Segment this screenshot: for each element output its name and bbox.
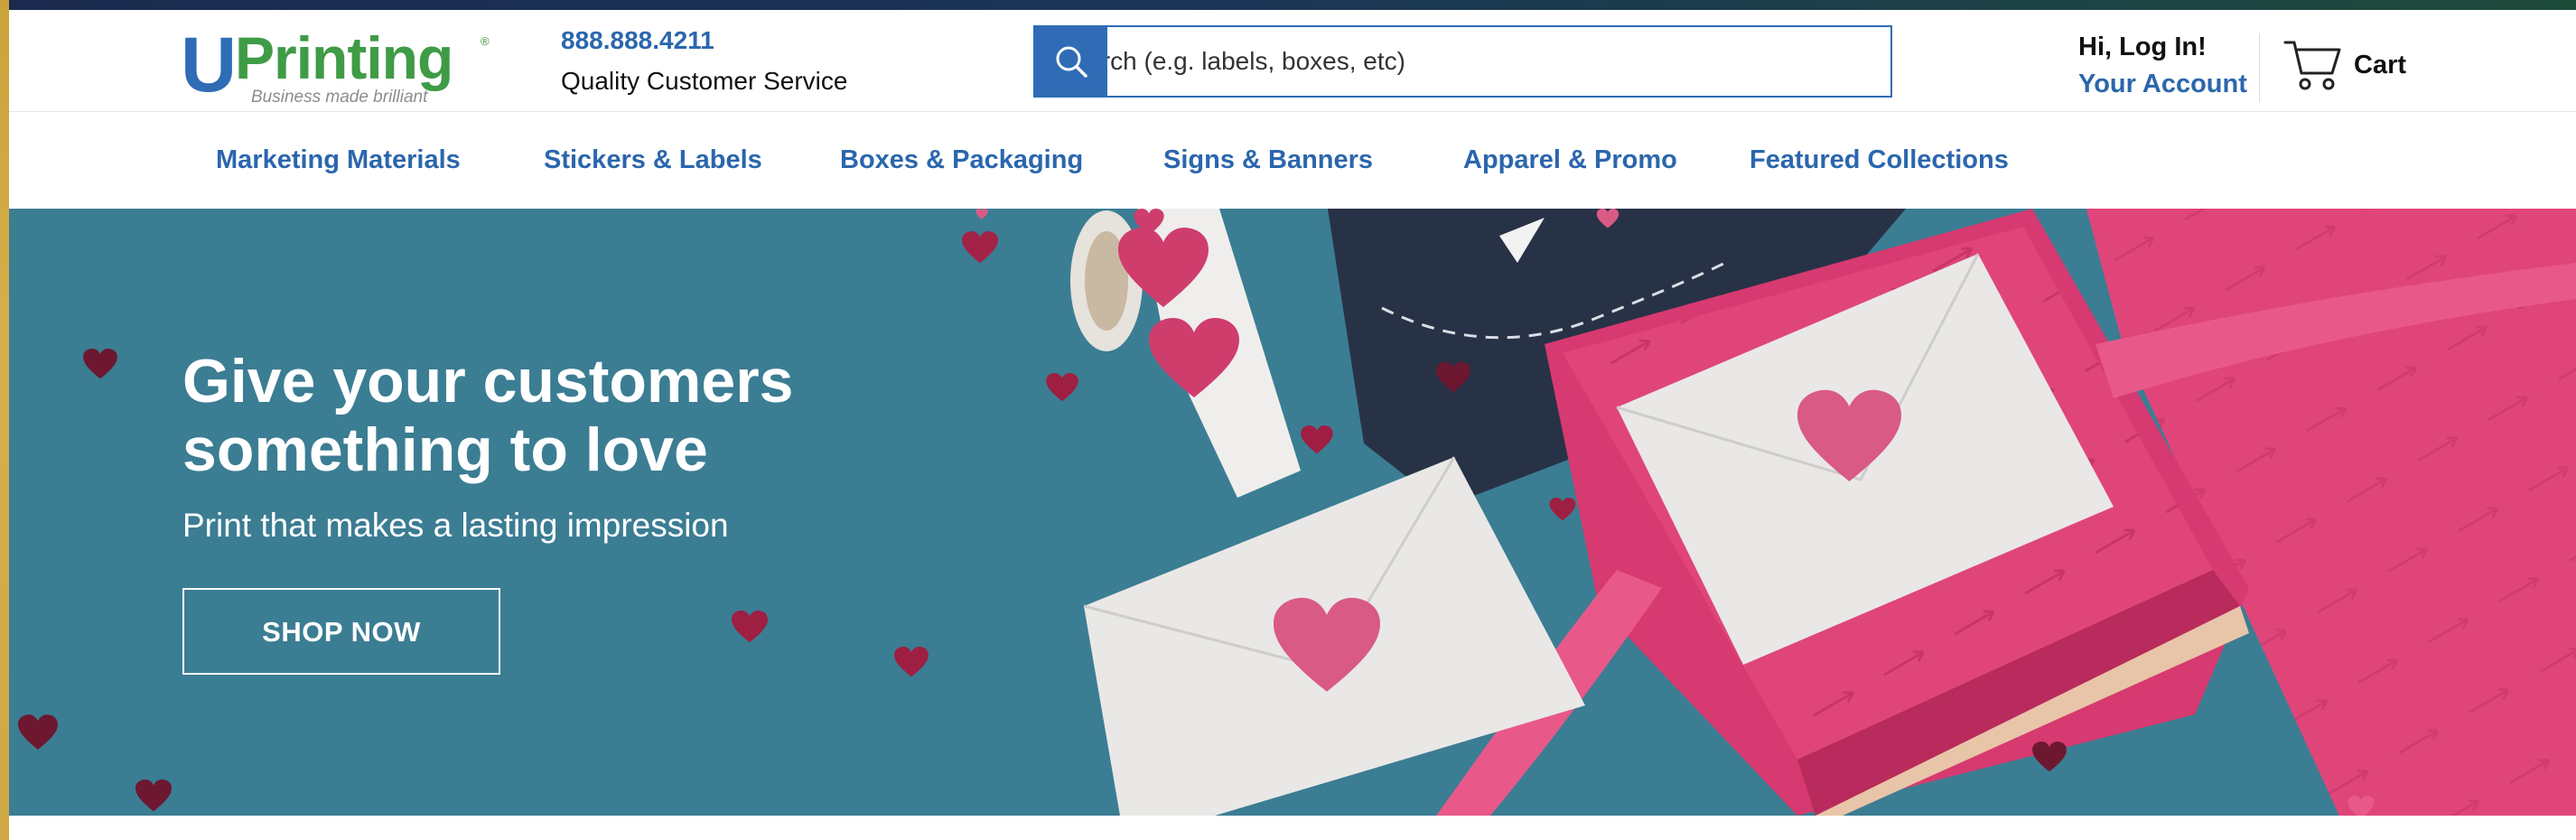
nav-item-marketing-materials[interactable]: Marketing Materials [216, 145, 461, 176]
below-fold-area [9, 816, 2576, 840]
left-edge-strip [0, 0, 9, 840]
main-navigation: Marketing Materials Stickers & Labels Bo… [9, 112, 2576, 209]
hero-subtitle: Print that makes a lasting impression [182, 507, 729, 544]
logo-u: U [181, 22, 237, 108]
nav-item-stickers-labels[interactable]: Stickers & Labels [544, 145, 762, 176]
top-accent-bar [0, 0, 2576, 10]
shop-now-button[interactable]: SHOP NOW [182, 588, 500, 675]
customer-service-label: Quality Customer Service [561, 67, 848, 95]
search-box [1033, 25, 1892, 98]
page: U Printing ® Business made brilliant 888… [0, 0, 2576, 840]
search-button[interactable] [1035, 25, 1107, 98]
logo-wordmark: Printing [235, 24, 453, 91]
search-input[interactable] [1035, 27, 1888, 96]
logo-tagline: Business made brilliant [251, 88, 428, 107]
your-account-link[interactable]: Your Account [2078, 69, 2247, 100]
site-header: U Printing ® Business made brilliant 888… [9, 10, 2576, 112]
cart-label: Cart [2354, 50, 2407, 79]
hero-banner[interactable]: Give your customers something to love Pr… [9, 209, 2576, 816]
nav-item-featured-collections[interactable]: Featured Collections [1750, 145, 2009, 176]
nav-item-boxes-packaging[interactable]: Boxes & Packaging [840, 145, 1083, 176]
phone-number-link[interactable]: 888.888.4211 [561, 25, 714, 56]
nav-item-apparel-promo[interactable]: Apparel & Promo [1463, 145, 1677, 176]
hero-title: Give your customers something to love [182, 347, 794, 485]
uprinting-logo[interactable]: U Printing ® Business made brilliant [181, 26, 497, 107]
header-divider [2259, 33, 2260, 102]
search-icon [1056, 46, 1087, 78]
logo-registered-mark: ® [481, 34, 490, 48]
nav-item-signs-banners[interactable]: Signs & Banners [1163, 145, 1373, 176]
cart-icon [2283, 41, 2341, 90]
cart-button[interactable]: Cart [2283, 35, 2406, 95]
login-greeting[interactable]: Hi, Log In! [2078, 32, 2207, 63]
